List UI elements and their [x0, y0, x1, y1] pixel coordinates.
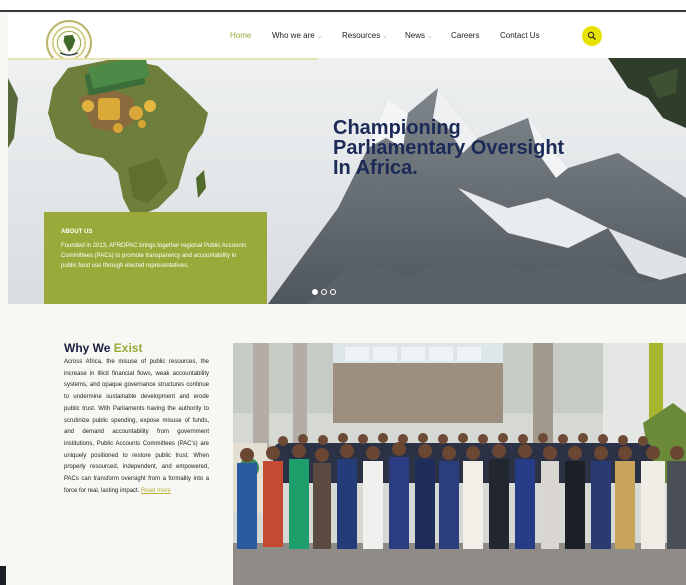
about-us-text: Founded in 2013, AFROPAC brings together… — [61, 243, 247, 269]
nav-contact-us[interactable]: Contact Us — [500, 31, 540, 40]
hero-headline-line-1: Championing — [333, 117, 461, 139]
slider-pagination — [312, 289, 336, 295]
delegates-group-photo — [233, 343, 686, 585]
read-more-link[interactable]: Read more — [141, 488, 171, 494]
hero-headline: Championing Parliamentary Oversight In A… — [333, 118, 633, 178]
why-body-text: Across Africa, the misuse of public reso… — [64, 359, 209, 494]
slide-dot-3[interactable] — [330, 289, 336, 295]
nav-careers[interactable]: Careers — [451, 31, 479, 40]
chevron-down-icon: ⌄ — [427, 33, 433, 40]
slide-dot-1[interactable] — [312, 289, 318, 295]
nav-resources[interactable]: Resources ⌄ — [342, 31, 388, 40]
hero-headline-line-2: Parliamentary Oversight — [333, 137, 565, 159]
nav-news[interactable]: News ⌄ — [405, 31, 433, 40]
heading-main-text: Why We — [64, 341, 111, 355]
chevron-down-icon: ⌄ — [382, 33, 389, 40]
heading-accent-text: Exist — [113, 341, 143, 355]
nav-resources-label: Resources — [342, 31, 381, 40]
hero-headline-line-3: In Africa. — [333, 157, 418, 179]
hero-slider: Championing Parliamentary Oversight In A… — [8, 58, 686, 304]
nav-news-label: News — [405, 31, 426, 40]
nav-who-we-are-label: Who we are — [272, 31, 315, 40]
slide-dot-2[interactable] — [321, 289, 327, 295]
page: Home Who we are ⌄ Resources ⌄ News ⌄ Career… — [0, 0, 686, 585]
browser-top-edge — [0, 0, 686, 12]
search-button[interactable] — [582, 26, 602, 46]
nav-who-we-are[interactable]: Who we are ⌄ — [272, 31, 323, 40]
logo-emblem-icon — [52, 26, 86, 60]
about-us-heading: ABOUT US — [61, 229, 93, 235]
chevron-down-icon: ⌄ — [316, 33, 323, 40]
search-icon — [587, 31, 596, 40]
about-us-card: ABOUT US Founded in 2013, AFROPAC brings… — [44, 212, 267, 304]
page-corner-edge — [0, 566, 6, 585]
nav-home[interactable]: Home — [230, 31, 251, 40]
group-photo — [233, 343, 686, 585]
why-we-exist-body: Across Africa, the misuse of public reso… — [64, 357, 209, 497]
why-we-exist-heading: Why We Exist — [64, 341, 142, 355]
